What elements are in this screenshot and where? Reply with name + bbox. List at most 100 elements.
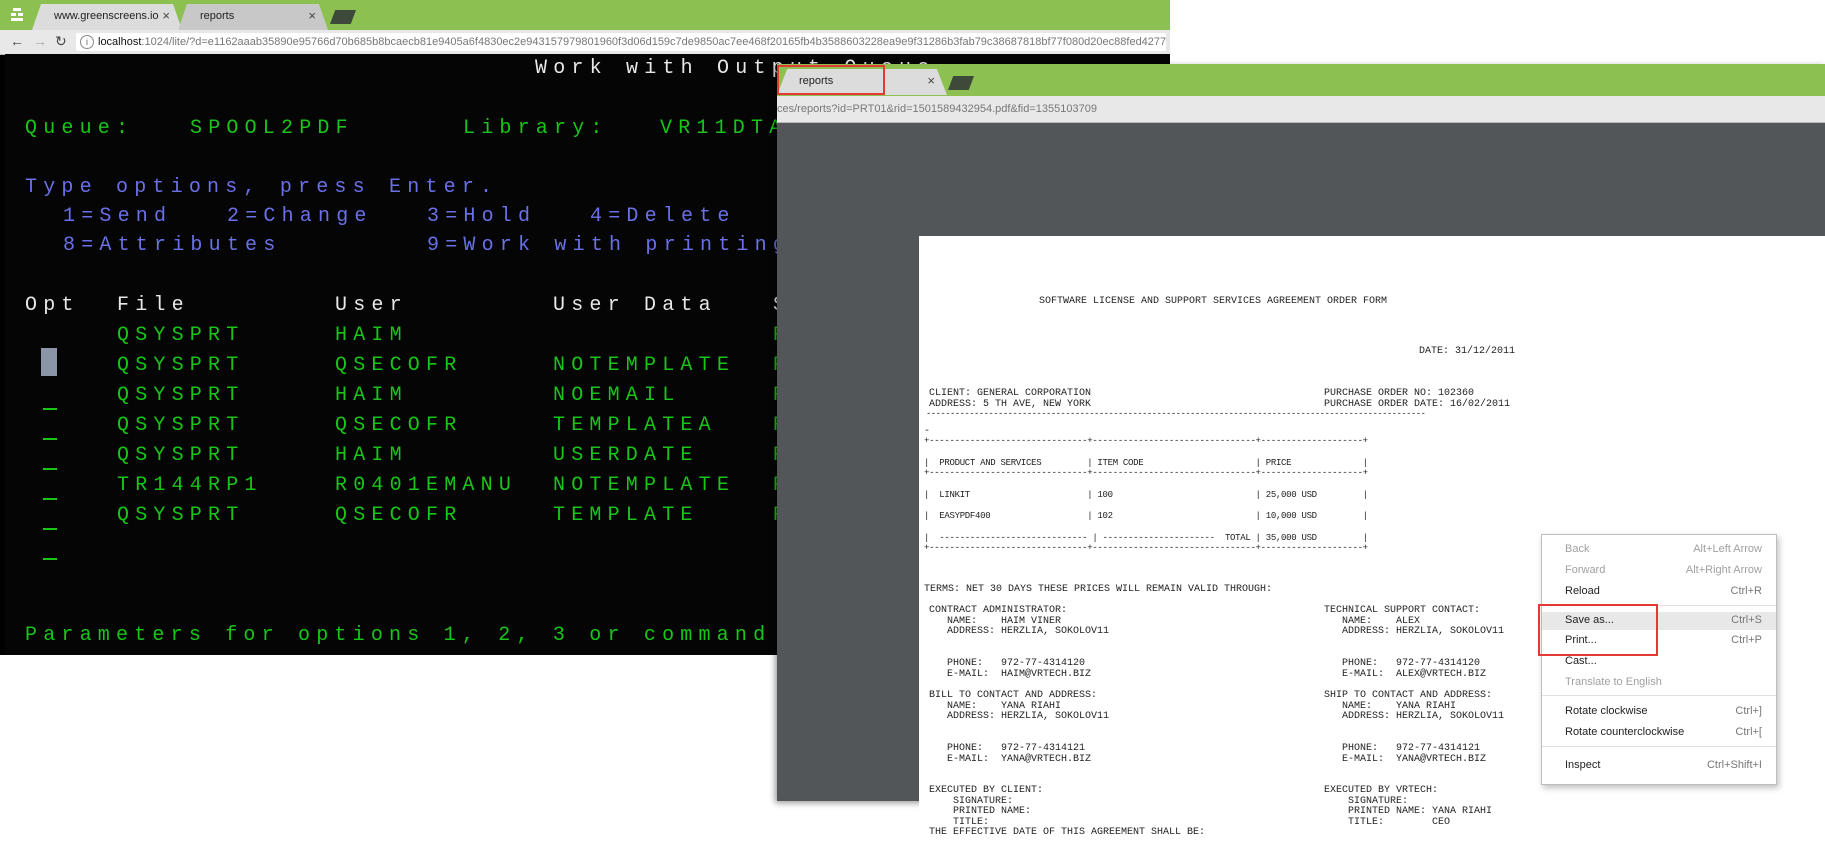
menu-item-label: Forward	[1565, 564, 1606, 576]
tab-title: reports	[200, 10, 235, 22]
menu-separator	[1542, 746, 1776, 747]
row-user: QSECOFR	[335, 354, 463, 377]
row-user: R0401EMANU	[335, 474, 518, 497]
option-hold: 3=Hold	[427, 205, 537, 228]
row-file: QSYSPRT	[117, 324, 245, 347]
pdf-text: ADDRESS: HERZLIA, SOKOLOV11	[929, 626, 1110, 637]
option-send: 1=Send	[63, 205, 173, 228]
tab-highlight-box	[777, 65, 885, 95]
row-file: TR144RP1	[117, 474, 263, 497]
option-attributes: 8=Attributes	[63, 234, 282, 257]
row-user: HAIM	[335, 444, 408, 467]
opt-input[interactable]	[43, 558, 57, 560]
option-delete: 4=Delete	[590, 205, 736, 228]
menu-item-back[interactable]: Back Alt+Left Arrow	[1542, 541, 1776, 559]
pdf-table-border: +-------------------------------+-------…	[924, 436, 1368, 446]
option-work-with-printing: 9=Work with printing	[427, 234, 792, 257]
library-label: Library:	[463, 117, 609, 140]
pdf-ship-to: SHIP TO CONTACT AND ADDRESS:	[1324, 690, 1493, 701]
pdf-terms: TERMS: NET 30 DAYS THESE PRICES WILL REM…	[924, 584, 1273, 595]
footer-parameters: Parameters for options 1, 2, 3 or comman…	[25, 624, 772, 647]
apps-icon[interactable]	[10, 7, 24, 23]
tab-bar: www.greenscreens.io × reports ×	[0, 0, 1170, 30]
opt-input[interactable]	[43, 408, 57, 410]
address-bar[interactable]: ces/reports?id=PRT01&rid=1501589432954.p…	[777, 100, 1817, 118]
tab-reports[interactable]: reports ×	[178, 4, 328, 30]
pdf-text: PRINTED NAME:	[929, 806, 1032, 817]
address-path: :1024/lite/?d=e1162aaab35890e95766d70b68…	[141, 36, 1166, 48]
row-file: QSYSPRT	[117, 414, 245, 437]
info-icon[interactable]: i	[80, 35, 94, 49]
opt-input-cursor[interactable]	[41, 348, 57, 376]
browser-toolbar: ces/reports?id=PRT01&rid=1501589432954.p…	[777, 96, 1825, 123]
row-file: QSYSPRT	[117, 444, 245, 467]
back-arrow-icon[interactable]: ←	[10, 33, 24, 49]
opt-input[interactable]	[43, 468, 57, 470]
menu-item-shortcut: Ctrl+P	[1731, 634, 1762, 646]
menu-item-shortcut: Alt+Right Arrow	[1685, 564, 1762, 576]
library-value: VR11DTA	[660, 117, 788, 140]
opt-input[interactable]	[43, 498, 57, 500]
row-user: HAIM	[335, 324, 408, 347]
pdf-client: CLIENT: GENERAL CORPORATION	[929, 388, 1092, 399]
pdf-text: ADDRESS: HERZLIA, SOKOLOV11	[929, 711, 1110, 722]
pdf-text: PHONE: 972-77-4314120	[1324, 658, 1481, 669]
pdf-table-row: | EASYPDF400 | 102 | 10,000 USD |	[924, 511, 1368, 521]
row-file: QSYSPRT	[117, 384, 245, 407]
pdf-contract-admin: CONTRACT ADMINISTRATOR:	[929, 605, 1068, 616]
pdf-rule: ----------------------------------------…	[926, 409, 1426, 419]
menu-item-reload[interactable]: Reload Ctrl+R	[1542, 583, 1776, 601]
row-user-data: TEMPLATEA	[553, 414, 717, 437]
tab-bar: reports ×	[777, 64, 1825, 96]
col-opt: Opt	[25, 294, 80, 317]
menu-item-rotate-counterclockwise[interactable]: Rotate counterclockwise Ctrl+[	[1542, 724, 1776, 742]
pdf-exec-client: EXECUTED BY CLIENT:	[929, 785, 1044, 796]
address-bar[interactable]: i localhost:1024/lite/?d=e1162aaab35890e9…	[76, 33, 1166, 51]
pdf-title: SOFTWARE LICENSE AND SUPPORT SERVICES AG…	[1039, 296, 1388, 307]
menu-item-inspect[interactable]: Inspect Ctrl+Shift+I	[1542, 757, 1776, 775]
menu-highlight-box	[1538, 604, 1658, 656]
menu-item-translate[interactable]: Translate to English	[1542, 674, 1776, 692]
address-host: localhost	[98, 36, 142, 48]
pdf-text: PHONE: 972-77-4314121	[1324, 743, 1481, 754]
context-menu: Back Alt+Left Arrow Forward Alt+Right Ar…	[1541, 534, 1777, 785]
menu-item-shortcut: Ctrl+S	[1731, 614, 1762, 626]
row-user-data: NOTEMPLATE	[553, 474, 736, 497]
pdf-text: E-MAIL: YANA@VRTECH.BIZ	[1324, 754, 1487, 765]
reload-icon[interactable]: ↻	[55, 33, 67, 50]
row-user-data: USERDATE	[553, 444, 699, 467]
close-icon[interactable]: ×	[927, 73, 935, 88]
menu-item-label: Back	[1565, 543, 1590, 555]
menu-item-label: Reload	[1565, 585, 1600, 597]
pdf-text: E-MAIL: ALEX@VRTECH.BIZ	[1324, 669, 1487, 680]
pdf-exec-vrtech: EXECUTED BY VRTECH:	[1324, 785, 1439, 796]
menu-item-label: Inspect	[1565, 759, 1601, 771]
queue-value: SPOOL2PDF	[190, 117, 354, 140]
menu-item-rotate-clockwise[interactable]: Rotate clockwise Ctrl+]	[1542, 703, 1776, 721]
pdf-text: PHONE: 972-77-4314121	[929, 743, 1086, 754]
close-icon[interactable]: ×	[162, 8, 170, 23]
close-icon[interactable]: ×	[308, 8, 316, 23]
menu-item-forward[interactable]: Forward Alt+Right Arrow	[1542, 562, 1776, 580]
pdf-text: E-MAIL: YANA@VRTECH.BIZ	[929, 754, 1092, 765]
menu-item-label: Translate to English	[1565, 676, 1662, 688]
opt-input[interactable]	[43, 438, 57, 440]
pdf-text: PRINTED NAME: YANA RIAHI	[1324, 806, 1493, 817]
forward-arrow-icon[interactable]: →	[33, 33, 47, 49]
pdf-bill-to: BILL TO CONTACT AND ADDRESS:	[929, 690, 1098, 701]
menu-item-label: Rotate clockwise	[1565, 705, 1648, 717]
new-tab-button[interactable]	[330, 10, 356, 24]
row-user-data: TEMPLATE	[553, 504, 699, 527]
tab-greenscreens[interactable]: www.greenscreens.io ×	[32, 4, 182, 30]
new-tab-button[interactable]	[948, 76, 974, 90]
pdf-text: TITLE: CEO	[1324, 817, 1451, 828]
menu-item-label: Rotate counterclockwise	[1565, 726, 1685, 738]
pdf-text: E-MAIL: HAIM@VRTECH.BIZ	[929, 669, 1092, 680]
menu-separator	[1542, 695, 1776, 696]
menu-item-shortcut: Ctrl+R	[1730, 585, 1762, 597]
option-change: 2=Change	[227, 205, 373, 228]
queue-label: Queue:	[25, 117, 135, 140]
opt-input[interactable]	[43, 528, 57, 530]
menu-item-shortcut: Alt+Left Arrow	[1693, 543, 1762, 555]
pdf-tech-support: TECHNICAL SUPPORT CONTACT:	[1324, 605, 1481, 616]
